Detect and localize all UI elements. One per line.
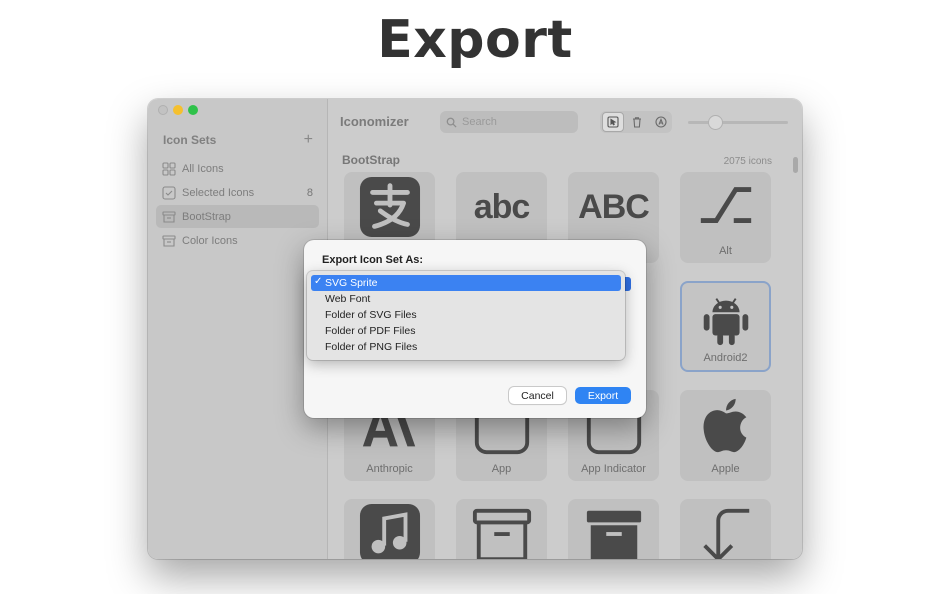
export-format-menu: ✓ SVG Sprite Web Font Folder of SVG File…: [307, 271, 625, 360]
app-store-icon: [655, 116, 667, 128]
alipay-icon: [359, 176, 420, 238]
cursor-icon: [607, 116, 619, 128]
trash-icon: [633, 117, 641, 128]
icon-tile-apple[interactable]: Apple: [680, 390, 771, 481]
menu-item-label: Web Font: [325, 293, 371, 305]
icon-tile-archive-fill[interactable]: [568, 499, 659, 559]
icon-tile-music-app[interactable]: [344, 499, 435, 559]
window-controls: [158, 105, 198, 115]
icon-tile-label: Apple: [711, 463, 740, 475]
minimize-window-button[interactable]: [173, 105, 183, 115]
page-headline: Export: [377, 10, 573, 70]
zoom-window-button[interactable]: [188, 105, 198, 115]
arrow-down-left-icon: [702, 508, 749, 559]
sidebar-item-all-icons[interactable]: All Icons: [156, 157, 319, 180]
app-store-button[interactable]: [650, 112, 672, 132]
alt-icon: [700, 187, 751, 223]
checkbox-icon: [162, 185, 176, 200]
icon-tile-label: Anthropic: [366, 463, 413, 475]
toolbar: Iconomizer Search: [328, 99, 802, 145]
menu-item-label: SVG Sprite: [325, 277, 378, 289]
select-tool-button[interactable]: [602, 112, 624, 132]
export-button[interactable]: Export: [575, 387, 631, 404]
music-app-icon: [359, 503, 420, 559]
menu-item-svg-sprite[interactable]: ✓ SVG Sprite: [311, 275, 621, 291]
menu-item-label: Folder of SVG Files: [325, 309, 417, 321]
icon-tile-label: App: [491, 463, 512, 475]
archive-icon: [162, 210, 176, 224]
sidebar-item-label: Color Icons: [182, 234, 238, 247]
search-field[interactable]: Search: [440, 111, 578, 133]
icon-set-list: All Icons Selected Icons 8 BootStrap Col…: [156, 157, 319, 253]
icon-tile-label: Alt: [719, 245, 732, 257]
slider-knob[interactable]: [708, 115, 723, 130]
apple-icon: [703, 398, 746, 453]
sidebar: Icon Sets + All Icons Selected Icons 8 B…: [148, 99, 328, 559]
search-icon: [446, 117, 457, 128]
add-icon-set-button[interactable]: +: [304, 132, 313, 148]
icon-tile-alt[interactable]: Alt: [680, 172, 771, 263]
delete-button[interactable]: [626, 112, 648, 132]
sidebar-item-label: Selected Icons: [182, 186, 255, 199]
archive-icon: [162, 234, 176, 248]
abc-uppercase-glyph: ABC: [578, 187, 650, 226]
toolbar-button-group: [600, 111, 672, 133]
dialog-title: Export Icon Set As:: [322, 254, 424, 266]
abc-glyph: abc: [473, 187, 531, 226]
sidebar-item-color-icons[interactable]: Color Icons: [156, 229, 319, 252]
icon-tile-label: App Indicator: [581, 463, 646, 475]
menu-item-web-font[interactable]: Web Font: [311, 291, 621, 307]
icon-tile-label: Android2: [703, 352, 748, 364]
menu-item-label: Folder of PNG Files: [325, 341, 418, 353]
icon-tile-android2[interactable]: Android2: [680, 281, 771, 372]
cancel-button[interactable]: Cancel: [509, 387, 566, 404]
menu-item-folder-of-png-files[interactable]: Folder of PNG Files: [311, 339, 621, 355]
icon-tile-archive[interactable]: [456, 499, 547, 559]
icon-tile-arrow-down-left[interactable]: [680, 499, 771, 559]
menu-item-folder-of-pdf-files[interactable]: Folder of PDF Files: [311, 323, 621, 339]
section-title: BootStrap: [342, 153, 400, 167]
sidebar-item-label: BootStrap: [182, 210, 231, 223]
sidebar-title: Icon Sets: [163, 133, 217, 147]
grid-icon: [162, 161, 176, 176]
sidebar-item-bootstrap[interactable]: BootStrap: [156, 205, 319, 228]
checkmark-icon: ✓: [314, 276, 323, 287]
archive-icon: [472, 508, 531, 559]
menu-item-label: Folder of PDF Files: [325, 325, 416, 337]
app-title: Iconomizer: [340, 114, 409, 129]
sidebar-item-count: 8: [306, 186, 313, 199]
scrollbar[interactable]: [793, 157, 798, 173]
close-window-button[interactable]: [158, 105, 168, 115]
archive-fill-icon: [586, 510, 641, 559]
menu-item-folder-of-svg-files[interactable]: Folder of SVG Files: [311, 307, 621, 323]
sidebar-item-selected-icons[interactable]: Selected Icons 8: [156, 181, 319, 204]
sidebar-item-label: All Icons: [182, 162, 224, 175]
icon-size-slider[interactable]: [688, 115, 788, 130]
android-icon: [703, 298, 748, 346]
search-placeholder: Search: [462, 116, 497, 128]
section-icon-count: 2075 icons: [723, 156, 772, 167]
